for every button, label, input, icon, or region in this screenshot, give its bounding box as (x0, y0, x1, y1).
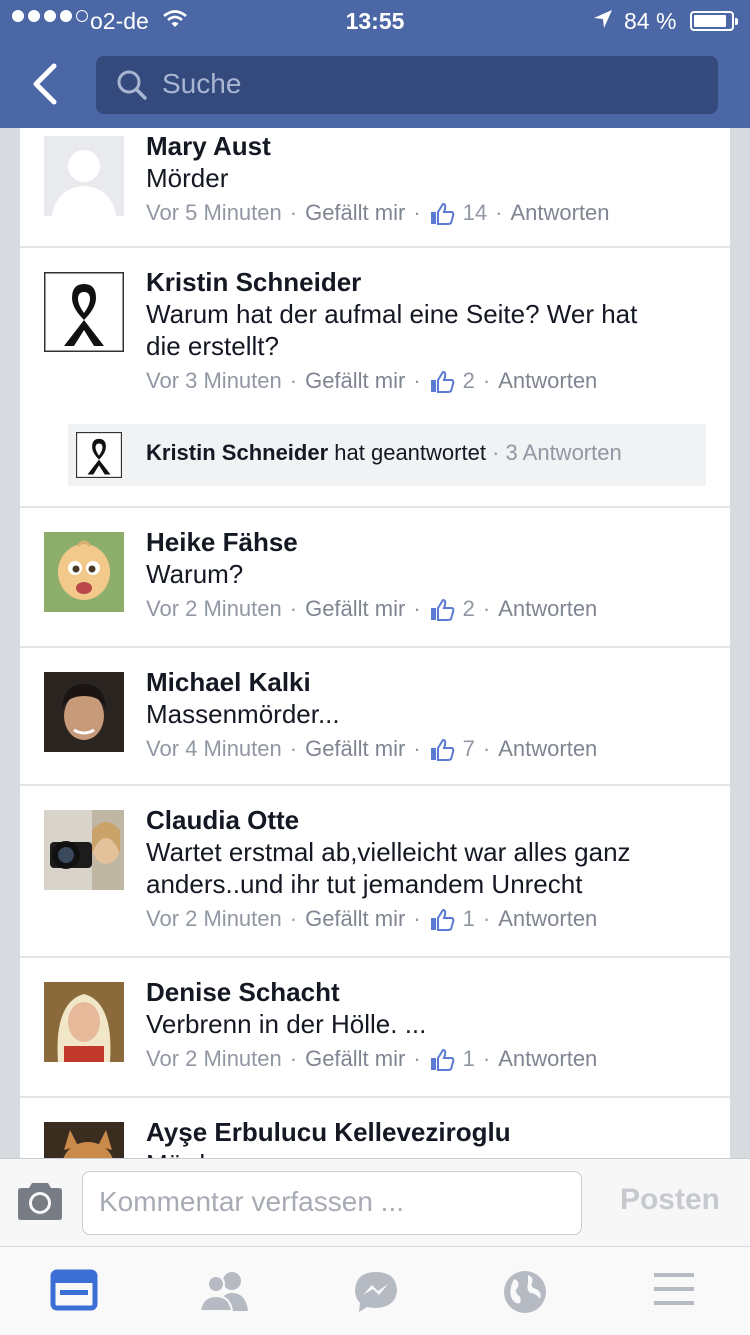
reply-button[interactable]: Antworten (510, 198, 609, 228)
avatar[interactable] (44, 272, 124, 352)
tab-news-feed[interactable] (50, 1269, 100, 1313)
post-button[interactable]: Posten (620, 1183, 720, 1217)
messenger-icon (355, 1272, 397, 1312)
comment-meta: Vor 2 Minuten · Gefällt mir · 1 · Antworten (146, 1044, 710, 1074)
comment-time[interactable]: Vor 4 Minuten (146, 734, 282, 764)
comment-text: anders..und ihr tut jemandem Unrecht (146, 869, 583, 899)
reply-avatar (76, 432, 122, 478)
comment-author[interactable]: Mary Aust (146, 130, 710, 162)
comment-meta: Vor 2 Minuten · Gefällt mir · 1 · Antworten (146, 904, 710, 934)
comment-author[interactable]: Denise Schacht (146, 976, 710, 1008)
avatar[interactable] (44, 532, 124, 612)
camera-icon[interactable] (14, 1181, 66, 1228)
comment-item: Kristin Schneider Warum hat der aufmal e… (20, 248, 730, 508)
reply-button[interactable]: Antworten (498, 904, 597, 934)
comment-text: Massenmörder... (146, 699, 340, 729)
comment-meta: Vor 4 Minuten · Gefällt mir · 7 · Antworten (146, 734, 710, 764)
comment-author[interactable]: Claudia Otte (146, 804, 710, 836)
like-thumb-icon (429, 737, 455, 763)
reply-count: 3 Antworten (505, 440, 622, 465)
battery-percentage: 84 % (624, 8, 677, 34)
tab-messenger[interactable] (352, 1269, 402, 1313)
comment-input-placeholder: Kommentar verfassen ... (99, 1186, 405, 1217)
reply-summary: Kristin Schneider hat geantwortet · 3 An… (146, 440, 622, 465)
like-thumb-icon (429, 201, 455, 227)
like-count[interactable]: 2 (463, 366, 475, 396)
search-placeholder: Suche (162, 68, 242, 99)
search-bar[interactable]: Suche (96, 56, 718, 114)
comment-author[interactable]: Kristin Schneider (146, 266, 710, 298)
search-icon (116, 69, 148, 106)
reply-author: Kristin Schneider (146, 440, 329, 465)
reply-action: hat geantwortet (334, 440, 486, 465)
reply-preview[interactable]: Kristin Schneider hat geantwortet · 3 An… (68, 424, 706, 486)
comment-text: Mörder (146, 1148, 710, 1158)
avatar[interactable] (44, 982, 124, 1062)
comment-time[interactable]: Vor 5 Minuten (146, 198, 282, 228)
comment-item: Michael Kalki Massenmörder... Vor 4 Minu… (20, 648, 730, 786)
tab-notifications[interactable] (502, 1269, 552, 1313)
top-bar: o2-de 13:55 84 % Suche (0, 0, 750, 128)
comment-time[interactable]: Vor 3 Minuten (146, 366, 282, 396)
friends-icon (198, 1272, 248, 1312)
back-button[interactable] (28, 60, 76, 108)
comment-text: Mörder (146, 163, 229, 193)
status-bar: o2-de 13:55 84 % (0, 0, 750, 42)
like-thumb-icon (429, 907, 455, 933)
like-button[interactable]: Gefällt mir (305, 366, 405, 396)
comment-time[interactable]: Vor 2 Minuten (146, 594, 282, 624)
like-thumb-icon (429, 1047, 455, 1073)
comment-text: Verbrenn in der Hölle. ... (146, 1009, 427, 1039)
comment-item: Mary Aust Mörder Vor 5 Minuten · Gefällt … (20, 128, 730, 248)
like-count[interactable]: 14 (463, 198, 487, 228)
comment-text: Warum hat der aufmal eine Seite? Wer hat (146, 299, 638, 329)
comment-time[interactable]: Vor 2 Minuten (146, 904, 282, 934)
comment-text: die erstellt? (146, 331, 279, 361)
comment-item: Ayşe Erbulucu Kelleveziroglu Mörder (20, 1098, 730, 1158)
comment-list[interactable]: Mary Aust Mörder Vor 5 Minuten · Gefällt … (20, 128, 730, 1158)
avatar[interactable] (44, 810, 124, 890)
reply-button[interactable]: Antworten (498, 734, 597, 764)
comment-meta: Vor 2 Minuten · Gefällt mir · 2 · Antworten (146, 594, 710, 624)
reply-button[interactable]: Antworten (498, 366, 597, 396)
comment-time[interactable]: Vor 2 Minuten (146, 1044, 282, 1074)
location-arrow-icon (592, 8, 614, 36)
reply-button[interactable]: Antworten (498, 1044, 597, 1074)
tab-friends[interactable] (198, 1269, 248, 1313)
comment-author[interactable]: Michael Kalki (146, 666, 710, 698)
globe-icon (504, 1271, 546, 1313)
chevron-left-icon (33, 63, 57, 105)
comment-item: Denise Schacht Verbrenn in der Hölle. ..… (20, 958, 730, 1098)
news-feed-icon (50, 1269, 98, 1311)
like-count[interactable]: 7 (463, 734, 475, 764)
avatar[interactable] (44, 672, 124, 752)
comment-author[interactable]: Heike Fähse (146, 526, 710, 558)
avatar[interactable] (44, 1122, 124, 1158)
comment-text: Wartet erstmal ab,vielleicht war alles g… (146, 837, 631, 867)
comment-meta: Vor 3 Minuten · Gefällt mir · 2 · Antworten (146, 366, 710, 396)
like-button[interactable]: Gefällt mir (305, 594, 405, 624)
like-button[interactable]: Gefällt mir (305, 904, 405, 934)
like-count[interactable]: 2 (463, 594, 475, 624)
like-count[interactable]: 1 (463, 904, 475, 934)
comment-composer: Kommentar verfassen ... Posten (0, 1158, 750, 1247)
tab-more[interactable] (652, 1269, 702, 1313)
menu-icon (654, 1273, 694, 1305)
like-count[interactable]: 1 (463, 1044, 475, 1074)
like-thumb-icon (429, 597, 455, 623)
avatar[interactable] (44, 136, 124, 216)
comment-input[interactable]: Kommentar verfassen ... (82, 1171, 582, 1235)
battery-icon (690, 11, 738, 31)
comment-author[interactable]: Ayşe Erbulucu Kelleveziroglu (146, 1116, 710, 1148)
comment-item: Claudia Otte Wartet erstmal ab,vielleich… (20, 786, 730, 958)
comment-meta: Vor 5 Minuten · Gefällt mir · 14 · Antworte… (146, 198, 710, 228)
reply-button[interactable]: Antworten (498, 594, 597, 624)
like-thumb-icon (429, 369, 455, 395)
comment-item: Heike Fähse Warum? Vor 2 Minuten · Gefäll… (20, 508, 730, 648)
like-button[interactable]: Gefällt mir (305, 734, 405, 764)
tab-bar (0, 1246, 750, 1335)
comment-text: Warum? (146, 559, 244, 589)
like-button[interactable]: Gefällt mir (305, 198, 405, 228)
like-button[interactable]: Gefällt mir (305, 1044, 405, 1074)
